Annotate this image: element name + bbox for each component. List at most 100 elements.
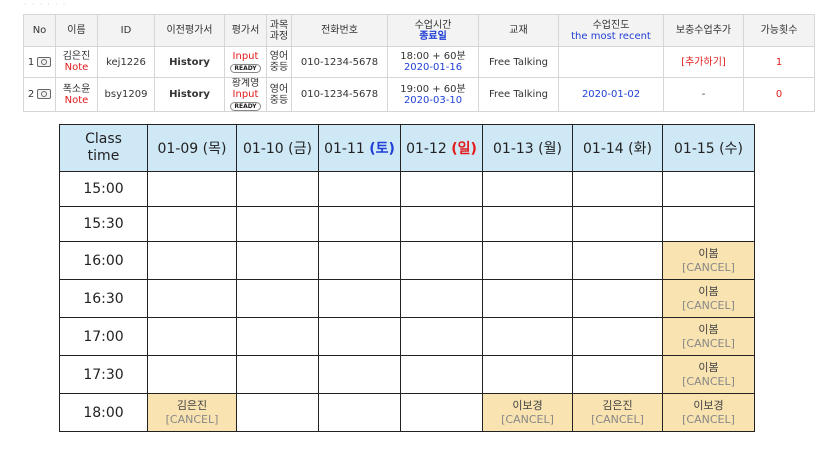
day-of-week: (수) bbox=[719, 141, 743, 157]
row-available: 0 bbox=[743, 77, 815, 112]
col-prev-eval: 이전평가서 bbox=[154, 14, 225, 47]
time-label: 18:00 bbox=[59, 393, 148, 432]
cancel-button[interactable]: [CANCEL] bbox=[166, 413, 219, 427]
day-of-week: (월) bbox=[538, 141, 562, 157]
day-of-week: (일) bbox=[451, 141, 477, 157]
time-label: 16:00 bbox=[59, 241, 148, 280]
col-progress-label: 수업진도 bbox=[592, 19, 630, 31]
empty-slot[interactable] bbox=[572, 241, 663, 280]
empty-slot[interactable] bbox=[236, 241, 319, 280]
cancel-button[interactable]: [CANCEL] bbox=[682, 413, 735, 427]
booked-slot: 이봄 [CANCEL] bbox=[662, 241, 755, 280]
row-class-time: 19:00 + 60분 2020-03-10 bbox=[387, 77, 479, 112]
empty-slot[interactable] bbox=[662, 171, 755, 207]
empty-slot[interactable] bbox=[318, 171, 401, 207]
cancel-button[interactable]: [CANCEL] bbox=[591, 413, 644, 427]
empty-slot[interactable] bbox=[400, 241, 483, 280]
faint-header-decoration: · · · · · · bbox=[24, 0, 67, 10]
course-line2: 중등 bbox=[269, 62, 289, 73]
empty-slot[interactable] bbox=[572, 355, 663, 394]
empty-slot[interactable] bbox=[400, 206, 483, 242]
row-no-value: 1 bbox=[27, 56, 35, 68]
day-date: 01-12 bbox=[406, 141, 447, 157]
day-of-week: (목) bbox=[202, 141, 227, 157]
time-label: 17:00 bbox=[59, 317, 148, 356]
empty-slot[interactable] bbox=[482, 171, 573, 207]
empty-slot[interactable] bbox=[400, 317, 483, 356]
empty-slot[interactable] bbox=[482, 241, 573, 280]
empty-slot[interactable] bbox=[400, 171, 483, 207]
empty-slot[interactable] bbox=[147, 241, 237, 280]
empty-slot[interactable] bbox=[572, 279, 663, 318]
booked-slot: 이봄 [CANCEL] bbox=[662, 279, 755, 318]
empty-slot[interactable] bbox=[400, 355, 483, 394]
cancel-button[interactable]: [CANCEL] bbox=[501, 413, 554, 427]
time-row-1800: 18:00 김은진 [CANCEL] 이보경 [CANCEL] 김은진 [CAN… bbox=[59, 393, 755, 432]
col-id: ID bbox=[97, 14, 155, 47]
empty-slot[interactable] bbox=[147, 355, 237, 394]
eval-input-link[interactable]: Input bbox=[226, 51, 266, 62]
empty-slot[interactable] bbox=[147, 206, 237, 242]
class-time-header-line2: time bbox=[87, 148, 120, 164]
col-phone: 전화번호 bbox=[291, 14, 388, 47]
cancel-button[interactable]: [CANCEL] bbox=[682, 299, 735, 313]
empty-slot[interactable] bbox=[147, 317, 237, 356]
empty-slot[interactable] bbox=[236, 279, 319, 318]
empty-slot[interactable] bbox=[400, 279, 483, 318]
row-eval: Input READY bbox=[224, 46, 267, 78]
day-header-0109: 01-09 (목) bbox=[147, 124, 237, 172]
eval-input-link[interactable]: Input bbox=[226, 89, 266, 100]
student-note-link[interactable]: Note bbox=[57, 62, 97, 73]
student-note-link[interactable]: Note bbox=[57, 95, 97, 106]
empty-slot[interactable] bbox=[400, 393, 483, 432]
end-date-value: 2020-03-10 bbox=[403, 94, 463, 106]
empty-slot[interactable] bbox=[318, 393, 401, 432]
empty-slot[interactable] bbox=[662, 206, 755, 242]
empty-slot[interactable] bbox=[147, 279, 237, 318]
ready-badge: READY bbox=[230, 64, 261, 73]
cancel-button[interactable]: [CANCEL] bbox=[682, 337, 735, 351]
day-header-0113: 01-13 (월) bbox=[482, 124, 573, 172]
empty-slot[interactable] bbox=[318, 206, 401, 242]
empty-slot[interactable] bbox=[318, 355, 401, 394]
student-name: 폭소윤 bbox=[62, 83, 91, 95]
row-id: bsy1209 bbox=[97, 77, 155, 112]
col-course-line1: 과목 bbox=[269, 19, 289, 31]
empty-slot[interactable] bbox=[318, 317, 401, 356]
cancel-button[interactable]: [CANCEL] bbox=[682, 261, 735, 275]
time-row-1530: 15:30 bbox=[59, 206, 755, 242]
empty-slot[interactable] bbox=[147, 171, 237, 207]
empty-slot[interactable] bbox=[572, 171, 663, 207]
empty-slot[interactable] bbox=[482, 355, 573, 394]
booked-student-name: 이보경 bbox=[512, 398, 543, 412]
schedule-header-row: Class time 01-09 (목) 01-10 (금) 01-11 (토)… bbox=[59, 124, 755, 172]
empty-slot[interactable] bbox=[236, 171, 319, 207]
history-link[interactable]: History bbox=[154, 46, 225, 78]
empty-slot[interactable] bbox=[318, 279, 401, 318]
empty-slot[interactable] bbox=[236, 206, 319, 242]
student-card-icon[interactable] bbox=[37, 56, 52, 67]
cancel-button[interactable]: [CANCEL] bbox=[682, 375, 735, 389]
empty-slot[interactable] bbox=[482, 279, 573, 318]
empty-slot[interactable] bbox=[572, 317, 663, 356]
empty-slot[interactable] bbox=[236, 355, 319, 394]
empty-slot[interactable] bbox=[236, 317, 319, 356]
class-time-value: 19:00 + 60분 bbox=[400, 83, 466, 95]
history-link[interactable]: History bbox=[154, 77, 225, 112]
row-no: 1 bbox=[23, 46, 56, 78]
empty-slot[interactable] bbox=[318, 241, 401, 280]
booked-student-name: 김은진 bbox=[176, 398, 208, 412]
col-course-line2: 과정 bbox=[269, 30, 289, 42]
day-date: 01-14 bbox=[583, 141, 624, 157]
empty-slot[interactable] bbox=[236, 393, 319, 432]
time-row-1730: 17:30 이봄 [CANCEL] bbox=[59, 355, 755, 394]
student-card-icon[interactable] bbox=[37, 89, 52, 99]
add-makeup-button[interactable]: [추가하기] bbox=[663, 46, 744, 78]
empty-slot[interactable] bbox=[572, 206, 663, 242]
row-course: 영어 중등 bbox=[266, 46, 292, 78]
row-no: 2 bbox=[23, 77, 56, 112]
empty-slot[interactable] bbox=[482, 317, 573, 356]
course-line2: 중등 bbox=[269, 94, 289, 106]
time-row-1600: 16:00 이봄 [CANCEL] bbox=[59, 241, 755, 280]
empty-slot[interactable] bbox=[482, 206, 573, 242]
